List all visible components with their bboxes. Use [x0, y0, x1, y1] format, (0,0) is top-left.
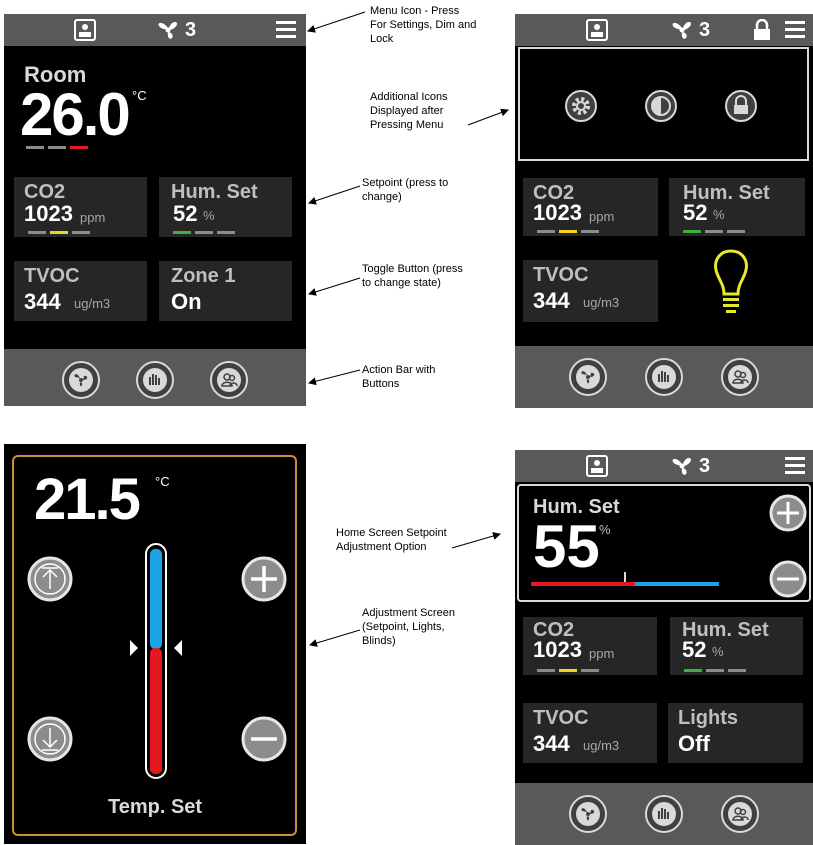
annotation-additional-icons: Additional Icons Displayed after Pressin… [370, 91, 448, 131]
annotation-action-bar: Action Bar with Buttons [362, 364, 436, 390]
annotation-setpoint: Setpoint (press to change) [362, 177, 449, 203]
annotation-toggle: Toggle Button (press to change state) [362, 263, 463, 289]
annotation-menu-icon: Menu Icon - Press For Settings, Dim and … [370, 5, 477, 45]
annotation-home-setpoint: Home Screen Setpoint Adjustment Option [336, 527, 447, 553]
annotation-adjust-screen: Adjustment Screen (Setpoint, Lights, Bli… [362, 607, 455, 647]
